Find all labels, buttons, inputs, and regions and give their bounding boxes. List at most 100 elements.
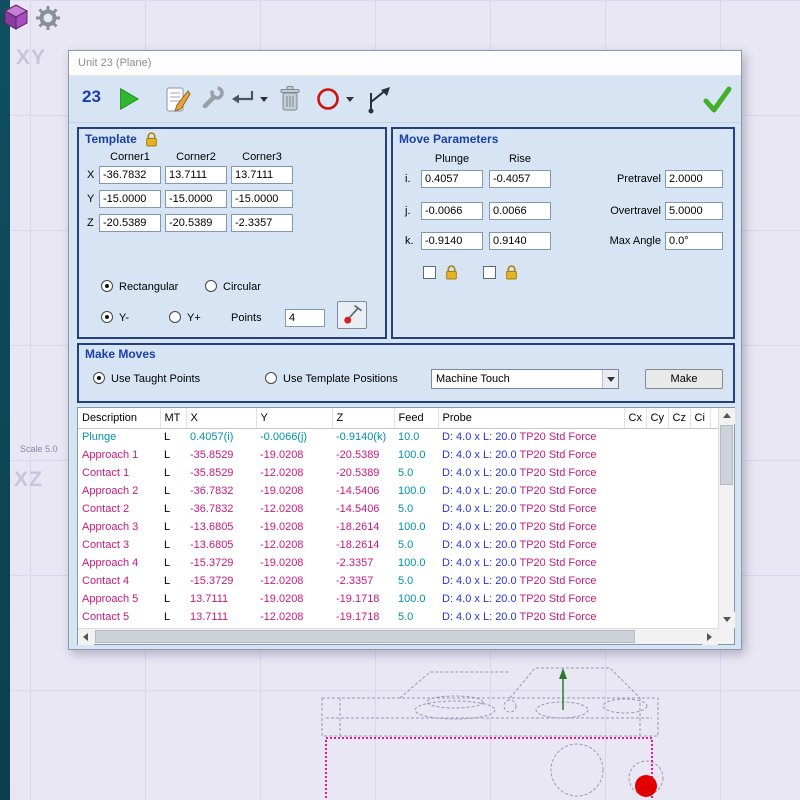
corner1-y-input[interactable] [99, 190, 161, 208]
cell-ci [690, 482, 710, 500]
i-plunge-input[interactable] [421, 170, 483, 188]
gear-icon[interactable] [34, 4, 62, 37]
header-cz: Cz [668, 408, 690, 428]
table-header-row: Description MT X Y Z Feed Probe Cx Cy Cz… [78, 408, 718, 428]
corner3-y-input[interactable] [231, 190, 293, 208]
rise-lock-checkbox[interactable] [483, 266, 496, 279]
delete-button[interactable] [275, 83, 305, 115]
cell-z: -18.2614 [332, 518, 394, 536]
confirm-check-icon [701, 85, 733, 115]
cell-ci [690, 536, 710, 554]
table-row[interactable]: Contact 2L-36.7832-12.0208-14.54065.0D: … [78, 500, 718, 518]
k-plunge-input[interactable] [421, 232, 483, 250]
table-row[interactable]: PlungeL0.4057(i)-0.0066(j)-0.9140(k)10.0… [78, 428, 718, 446]
table-row[interactable]: Approach 2L-36.7832-19.0208-14.5406100.0… [78, 482, 718, 500]
cell-cy [646, 572, 668, 590]
corner2-y-input[interactable] [165, 190, 227, 208]
template-lock-icon[interactable] [145, 132, 158, 147]
unit-number: 23 [82, 87, 101, 107]
cell-mt: L [160, 554, 186, 572]
cell-feed: 100.0 [394, 482, 438, 500]
table-row[interactable]: Approach 5L13.7111-19.0208-19.1718100.0D… [78, 590, 718, 608]
pretravel-input[interactable] [665, 170, 723, 188]
notes-button[interactable] [161, 82, 193, 116]
points-input[interactable] [285, 309, 325, 327]
probe-preview-button[interactable] [337, 301, 367, 329]
header-ci: Ci [690, 408, 710, 428]
cell-cz [668, 464, 690, 482]
probe-position-dot [635, 775, 657, 797]
dialog-titlebar[interactable]: Unit 23 (Plane) [69, 51, 741, 76]
cell-cx [624, 554, 646, 572]
cell-fill [710, 464, 718, 482]
vector-button[interactable] [363, 82, 395, 116]
circle-tool-dropdown-arrow[interactable] [346, 97, 354, 102]
scroll-left-button[interactable] [78, 629, 94, 645]
y-minus-radio[interactable] [101, 311, 113, 323]
run-button[interactable] [113, 84, 143, 114]
scroll-up-button[interactable] [719, 408, 735, 424]
cell-fill [710, 482, 718, 500]
enter-move-dropdown-arrow[interactable] [260, 97, 268, 102]
tools-button[interactable] [197, 84, 227, 114]
cell-probe: D: 4.0 x L: 20.0 TP20 Std Force [438, 428, 624, 446]
make-button[interactable]: Make [645, 369, 723, 389]
circle-icon [314, 85, 342, 113]
plunge-lock-checkbox[interactable] [423, 266, 436, 279]
combo-dropdown-arrow[interactable] [602, 370, 618, 388]
move-mode-select[interactable]: Machine Touch [431, 369, 619, 389]
cell-y: -12.0208 [256, 608, 332, 626]
table-row[interactable]: Contact 3L-13.6805-12.0208-18.26145.0D: … [78, 536, 718, 554]
use-template-positions-radio[interactable] [265, 372, 277, 384]
rise-lock-icon[interactable] [505, 265, 518, 280]
horizontal-scroll-thumb[interactable] [95, 630, 635, 643]
vertical-scroll-thumb[interactable] [720, 425, 733, 485]
horizontal-scrollbar[interactable] [78, 628, 718, 644]
k-rise-input[interactable] [489, 232, 551, 250]
table-row[interactable]: Approach 1L-35.8529-19.0208-20.5389100.0… [78, 446, 718, 464]
overtravel-input[interactable] [665, 202, 723, 220]
cell-desc: Contact 4 [78, 572, 160, 590]
cell-cz [668, 518, 690, 536]
rectangular-radio[interactable] [101, 280, 113, 292]
cell-ci [690, 428, 710, 446]
cell-cx [624, 572, 646, 590]
cell-desc: Approach 1 [78, 446, 160, 464]
plunge-lock-icon[interactable] [445, 265, 458, 280]
cell-z: -20.5389 [332, 464, 394, 482]
table-row[interactable]: Contact 5L13.7111-12.0208-19.17185.0D: 4… [78, 608, 718, 626]
y-plus-radio[interactable] [169, 311, 181, 323]
corner1-x-input[interactable] [99, 166, 161, 184]
j-rise-input[interactable] [489, 202, 551, 220]
cell-probe: D: 4.0 x L: 20.0 TP20 Std Force [438, 482, 624, 500]
scroll-down-button[interactable] [719, 612, 735, 628]
j-plunge-input[interactable] [421, 202, 483, 220]
run-icon [115, 86, 141, 112]
corner1-z-input[interactable] [99, 214, 161, 232]
circle-tool-button[interactable] [313, 84, 343, 114]
i-rise-input[interactable] [489, 170, 551, 188]
table-row[interactable]: Approach 4L-15.3729-19.0208-2.3357100.0D… [78, 554, 718, 572]
cell-y: -19.0208 [256, 554, 332, 572]
max-angle-input[interactable] [665, 232, 723, 250]
circular-radio[interactable] [205, 280, 217, 292]
part-icon[interactable] [2, 2, 30, 37]
confirm-button[interactable] [699, 82, 735, 118]
cell-cx [624, 464, 646, 482]
use-template-positions-label: Use Template Positions [283, 373, 398, 385]
cell-ci [690, 590, 710, 608]
table-row[interactable]: Contact 4L-15.3729-12.0208-2.33575.0D: 4… [78, 572, 718, 590]
header-feed: Feed [394, 408, 438, 428]
table-row[interactable]: Approach 3L-13.6805-19.0208-18.2614100.0… [78, 518, 718, 536]
table-row[interactable]: Contact 1L-35.8529-12.0208-20.53895.0D: … [78, 464, 718, 482]
view-label-xz: XZ [14, 468, 43, 492]
enter-move-button[interactable] [229, 86, 257, 112]
corner3-z-input[interactable] [231, 214, 293, 232]
scroll-right-button[interactable] [702, 629, 718, 645]
cell-probe: D: 4.0 x L: 20.0 TP20 Std Force [438, 446, 624, 464]
corner2-x-input[interactable] [165, 166, 227, 184]
corner3-x-input[interactable] [231, 166, 293, 184]
corner2-z-input[interactable] [165, 214, 227, 232]
use-taught-points-radio[interactable] [93, 372, 105, 384]
vertical-scrollbar[interactable] [718, 408, 734, 628]
